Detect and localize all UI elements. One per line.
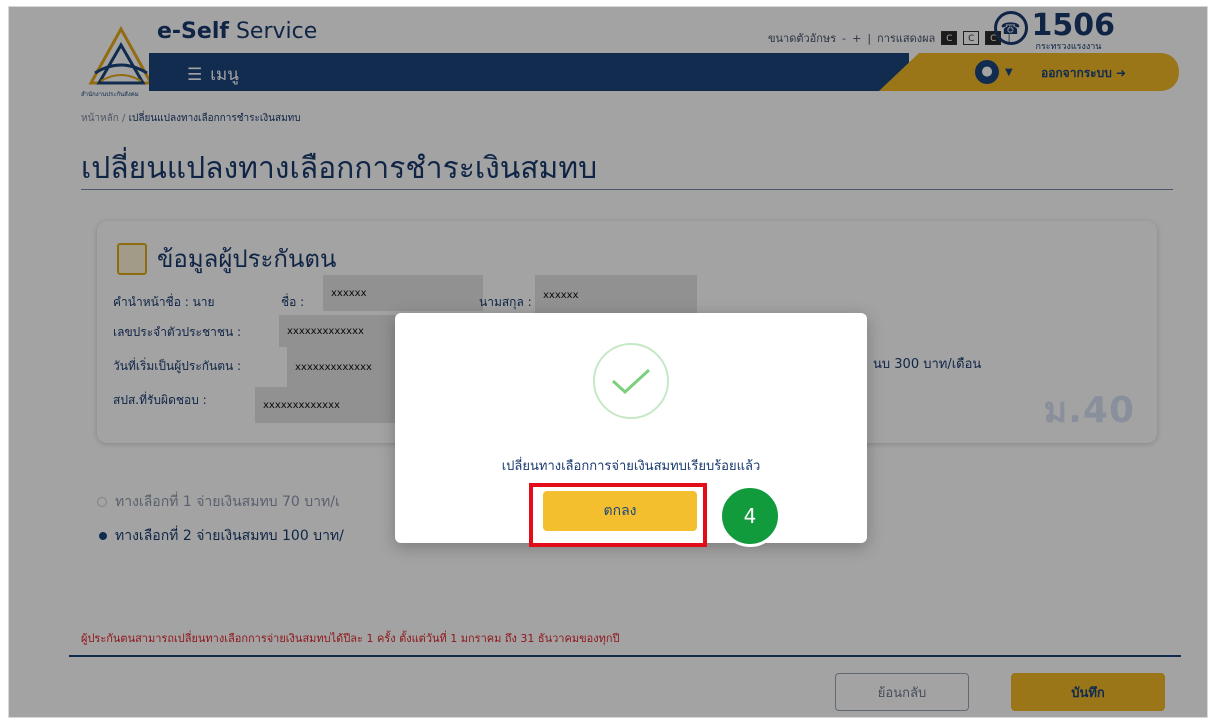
- ok-button[interactable]: ตกลง: [543, 491, 697, 531]
- success-message: เปลี่ยนทางเลือกการจ่ายเงินสมทบเรียบร้อยแ…: [501, 459, 761, 474]
- step-badge: 4: [719, 485, 781, 547]
- browser-viewport: สำนักงานประกันสังคม e-Self Service ขนาดต…: [8, 6, 1208, 718]
- success-check-icon: [593, 343, 669, 419]
- success-dialog: เปลี่ยนทางเลือกการจ่ายเงินสมทบเรียบร้อยแ…: [395, 313, 867, 547]
